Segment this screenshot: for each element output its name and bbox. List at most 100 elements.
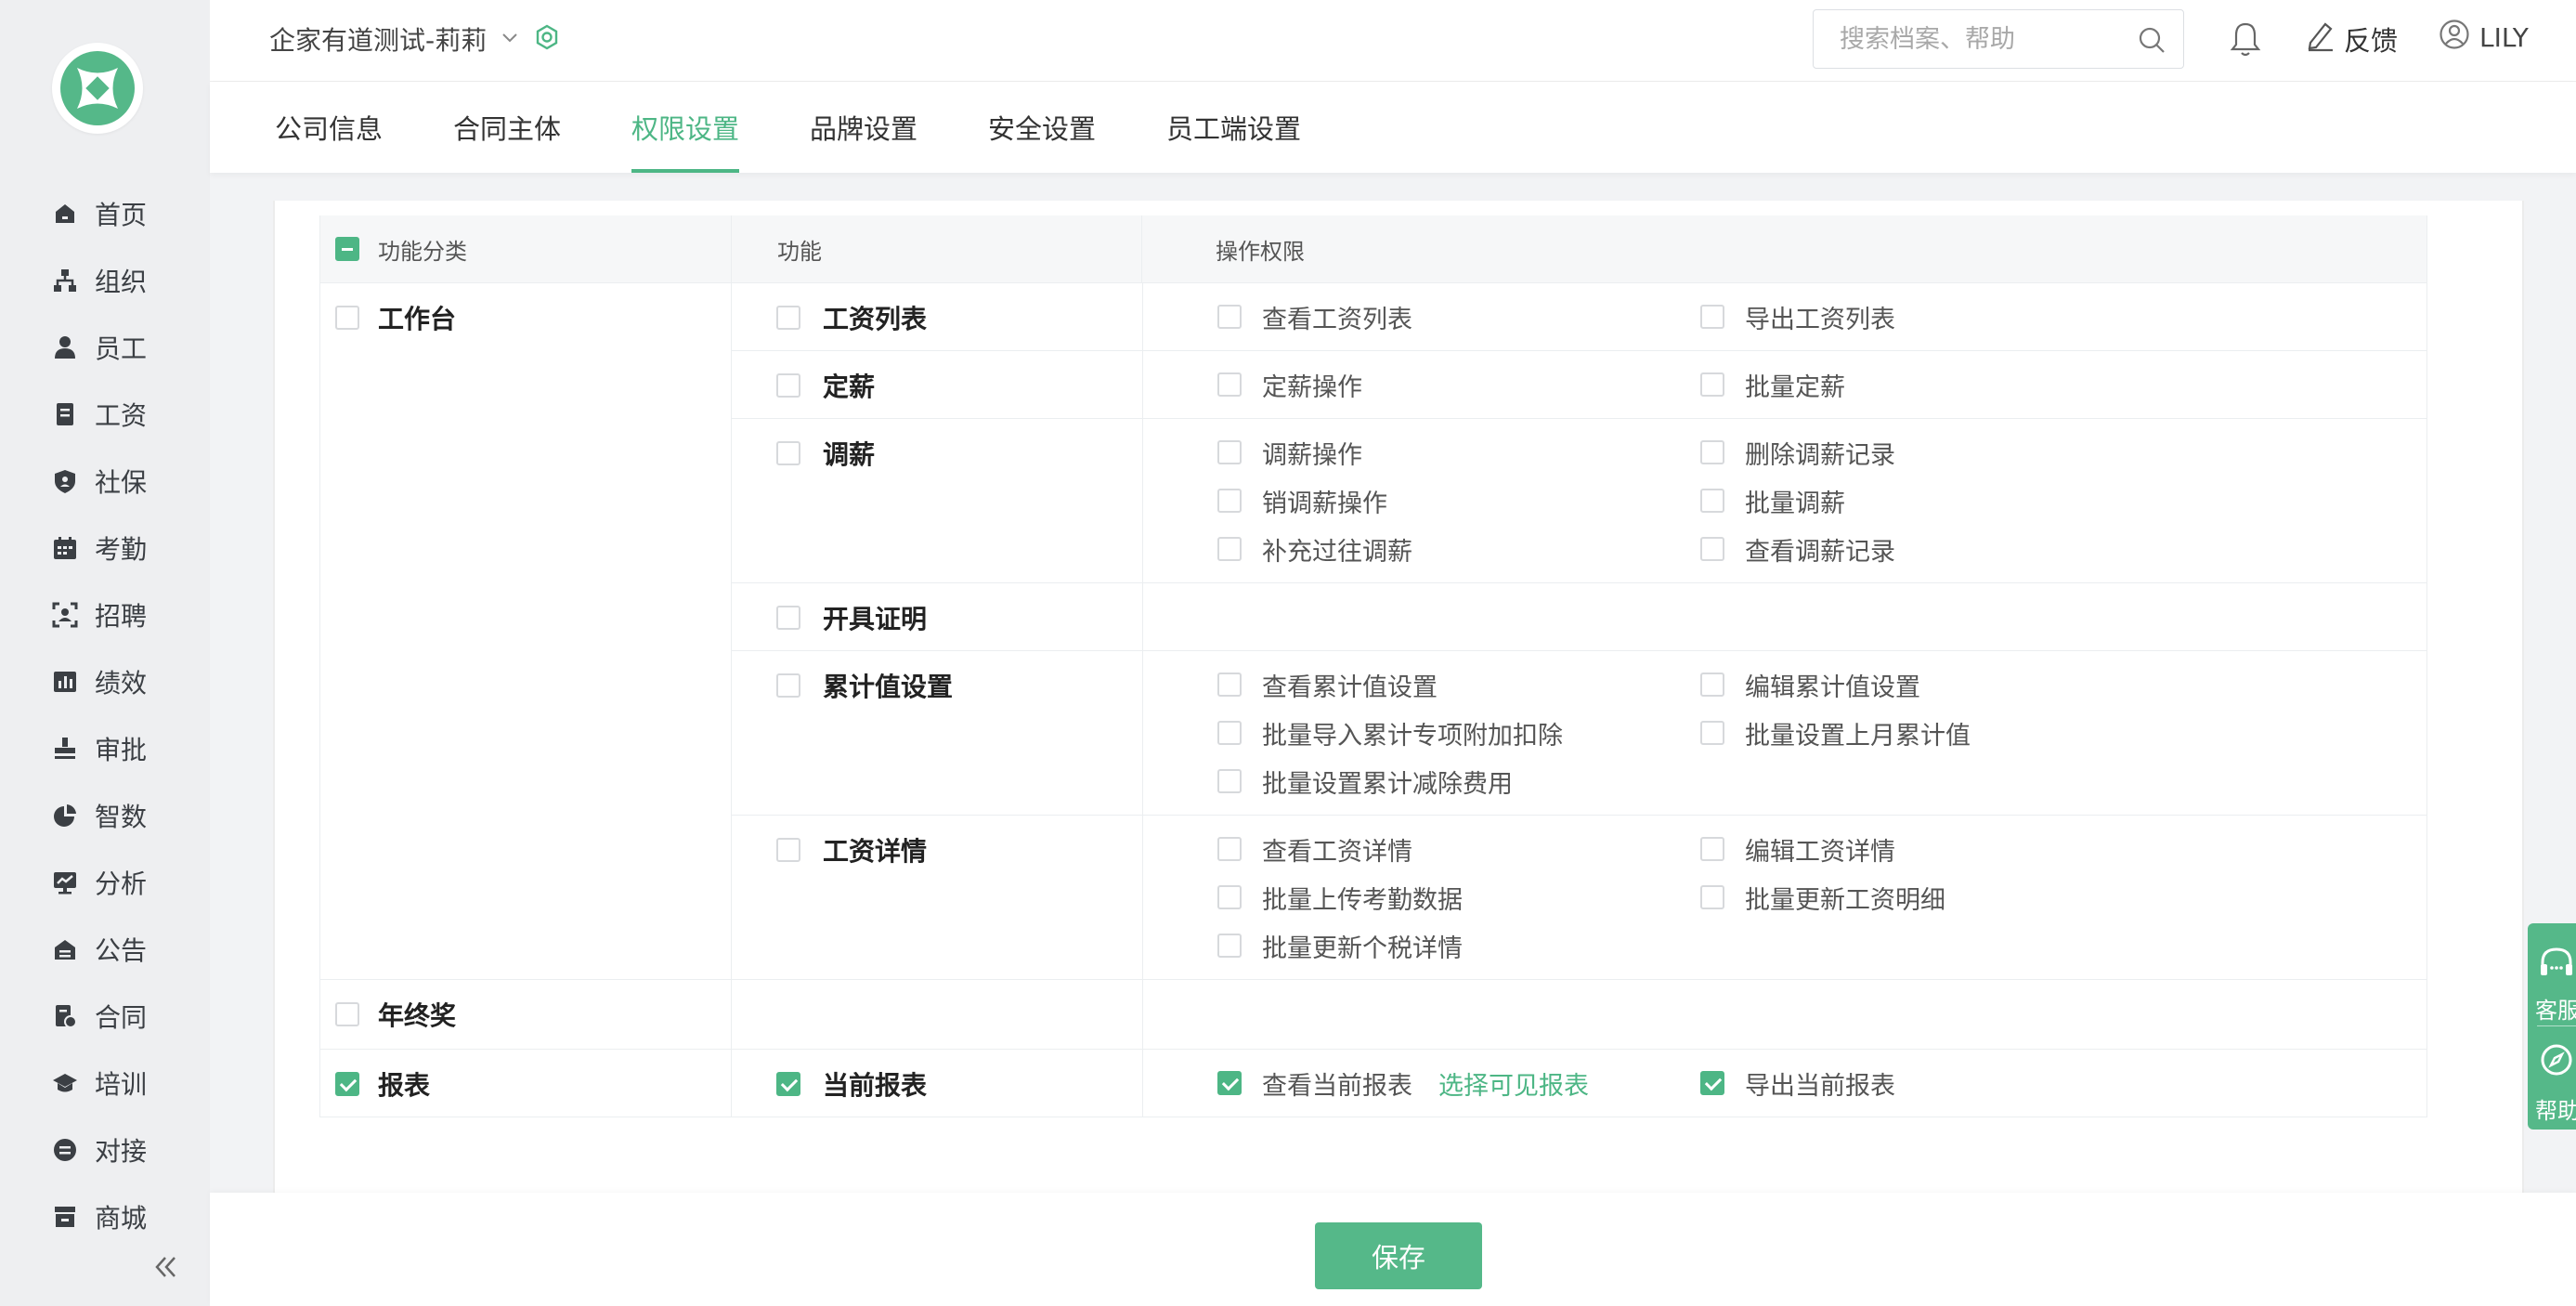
category-checkbox[interactable] xyxy=(335,306,359,330)
search-box[interactable] xyxy=(1813,9,2184,69)
operation-item[interactable]: 补充过往调薪 xyxy=(1217,525,1700,573)
operation-checkbox[interactable] xyxy=(1217,372,1242,397)
operation-checkbox[interactable] xyxy=(1700,372,1724,397)
operation-item[interactable]: 批量上传考勤数据 xyxy=(1217,873,1700,921)
sidebar-item-salary[interactable]: 工资 xyxy=(0,381,210,448)
operation-checkbox[interactable] xyxy=(1217,1071,1242,1095)
sidebar-item-contract[interactable]: 合同 xyxy=(0,983,210,1050)
operation-checkbox[interactable] xyxy=(1700,305,1724,329)
operation-checkbox[interactable] xyxy=(1700,440,1724,464)
sidebar-item-home[interactable]: 首页 xyxy=(0,180,210,247)
sidebar-item-employee[interactable]: 员工 xyxy=(0,314,210,381)
operation-checkbox[interactable] xyxy=(1700,537,1724,561)
operation-checkbox[interactable] xyxy=(1217,934,1242,958)
operation-item[interactable]: 批量定薪 xyxy=(1700,360,2183,409)
bell-icon[interactable] xyxy=(2229,20,2262,61)
collapse-sidebar-icon[interactable] xyxy=(149,1250,182,1284)
sidebar-item-attendance[interactable]: 考勤 xyxy=(0,515,210,581)
help-button[interactable]: 帮助 xyxy=(2528,1031,2576,1124)
tab-brand-settings[interactable]: 品牌设置 xyxy=(810,82,917,173)
sidebar-item-performance[interactable]: 绩效 xyxy=(0,648,210,715)
operation-checkbox[interactable] xyxy=(1700,489,1724,513)
gear-icon[interactable] xyxy=(533,23,561,55)
operation-checkbox[interactable] xyxy=(1217,769,1242,793)
sidebar-item-label: 智数 xyxy=(95,802,148,832)
operation-checkbox[interactable] xyxy=(1217,537,1242,561)
operation-checkbox[interactable] xyxy=(1700,885,1724,909)
tab-permission-settings[interactable]: 权限设置 xyxy=(631,82,740,173)
search-input[interactable] xyxy=(1840,10,2137,68)
select-visible-reports-link[interactable]: 选择可见报表 xyxy=(1438,1065,1589,1102)
operation-item[interactable]: 删除调薪记录 xyxy=(1700,428,2183,477)
sidebar-item-org[interactable]: 组织 xyxy=(0,247,210,314)
operation-item[interactable]: 查看累计值设置 xyxy=(1217,660,1700,709)
headset-icon xyxy=(2537,944,2576,986)
operation-item[interactable]: 查看当前报表 选择可见报表 xyxy=(1217,1059,1700,1107)
operation-checkbox[interactable] xyxy=(1700,673,1724,697)
function-cell: 调薪 xyxy=(732,419,1142,488)
operation-item[interactable]: 查看工资详情 xyxy=(1217,825,1700,873)
sidebar-item-social-security[interactable]: 社保 xyxy=(0,448,210,515)
operation-label: 查看累计值设置 xyxy=(1262,673,1438,702)
function-checkbox[interactable] xyxy=(776,838,800,862)
operation-item[interactable]: 批量调薪 xyxy=(1700,477,2183,525)
operation-item[interactable]: 查看工资列表 xyxy=(1217,293,1700,341)
sidebar-item-label: 招聘 xyxy=(95,601,148,632)
operation-checkbox[interactable] xyxy=(1217,673,1242,697)
customer-service-button[interactable]: 客服 xyxy=(2528,931,2576,1024)
operation-checkbox[interactable] xyxy=(1217,489,1242,513)
operation-checkbox[interactable] xyxy=(1217,721,1242,745)
user-menu[interactable]: LILY xyxy=(2439,19,2529,57)
operation-item[interactable]: 导出当前报表 xyxy=(1700,1059,2183,1107)
tab-security-settings[interactable]: 安全设置 xyxy=(988,82,1096,173)
operation-item[interactable]: 调薪操作 xyxy=(1217,428,1700,477)
operation-checkbox[interactable] xyxy=(1700,721,1724,745)
operation-item[interactable]: 批量设置上月累计值 xyxy=(1700,709,2183,757)
select-all-checkbox[interactable] xyxy=(335,237,359,261)
sidebar-item-announcement[interactable]: 公告 xyxy=(0,916,210,983)
function-row: 当前报表 查看当前报表 选择可见报表 导出当前报表 xyxy=(731,1050,2426,1117)
function-checkbox[interactable] xyxy=(776,306,800,330)
function-checkbox[interactable] xyxy=(776,606,800,630)
app-logo[interactable] xyxy=(52,43,143,134)
operation-item[interactable]: 销调薪操作 xyxy=(1217,477,1700,525)
sidebar-item-store[interactable]: 商城 xyxy=(0,1183,210,1250)
function-checkbox[interactable] xyxy=(776,441,800,465)
sidebar-item-recruit[interactable]: 招聘 xyxy=(0,581,210,648)
operation-checkbox[interactable] xyxy=(1217,440,1242,464)
operation-checkbox[interactable] xyxy=(1700,1071,1724,1095)
function-checkbox[interactable] xyxy=(776,1072,800,1096)
feedback-button[interactable]: 反馈 xyxy=(2305,19,2398,59)
operation-item[interactable]: 编辑累计值设置 xyxy=(1700,660,2183,709)
operation-item[interactable]: 批量更新工资明细 xyxy=(1700,873,2183,921)
company-switcher[interactable]: 企家有道测试-莉莉 xyxy=(269,20,561,58)
function-row: 工资详情 查看工资详情 编辑工资详情 批量上传考勤数据 批量更新工资明细 批量更… xyxy=(731,815,2426,979)
function-checkbox[interactable] xyxy=(776,373,800,398)
sidebar-item-approval[interactable]: 审批 xyxy=(0,715,210,782)
sidebar-item-analysis[interactable]: 分析 xyxy=(0,849,210,916)
operation-item[interactable]: 查看调薪记录 xyxy=(1700,525,2183,573)
sidebar-item-training[interactable]: 培训 xyxy=(0,1050,210,1117)
operation-checkbox[interactable] xyxy=(1217,885,1242,909)
search-icon[interactable] xyxy=(2137,25,2166,59)
operation-item[interactable]: 批量导入累计专项附加扣除 xyxy=(1217,709,1700,757)
operation-checkbox[interactable] xyxy=(1217,837,1242,861)
tab-employee-settings[interactable]: 员工端设置 xyxy=(1166,82,1301,173)
operation-checkbox[interactable] xyxy=(1217,305,1242,329)
sidebar-item-integration[interactable]: 对接 xyxy=(0,1117,210,1183)
function-row: 调薪 调薪操作 删除调薪记录 销调薪操作 批量调薪 补充过往调薪 查看调薪记录 xyxy=(731,418,2426,582)
tab-contract-entity[interactable]: 合同主体 xyxy=(453,82,561,173)
operation-item[interactable]: 定薪操作 xyxy=(1217,360,1700,409)
save-button[interactable]: 保存 xyxy=(1315,1222,1482,1289)
tab-company-info[interactable]: 公司信息 xyxy=(275,82,383,173)
category-checkbox[interactable] xyxy=(335,1072,359,1096)
operation-item[interactable]: 编辑工资详情 xyxy=(1700,825,2183,873)
category-checkbox[interactable] xyxy=(335,1002,359,1026)
header-function: 功能 xyxy=(777,238,822,265)
operation-item[interactable]: 批量更新个税详情 xyxy=(1217,921,1700,970)
operation-item[interactable]: 批量设置累计减除费用 xyxy=(1217,757,1700,805)
sidebar-item-data[interactable]: 智数 xyxy=(0,782,210,849)
operation-item[interactable]: 导出工资列表 xyxy=(1700,293,2183,341)
operation-checkbox[interactable] xyxy=(1700,837,1724,861)
function-checkbox[interactable] xyxy=(776,673,800,698)
